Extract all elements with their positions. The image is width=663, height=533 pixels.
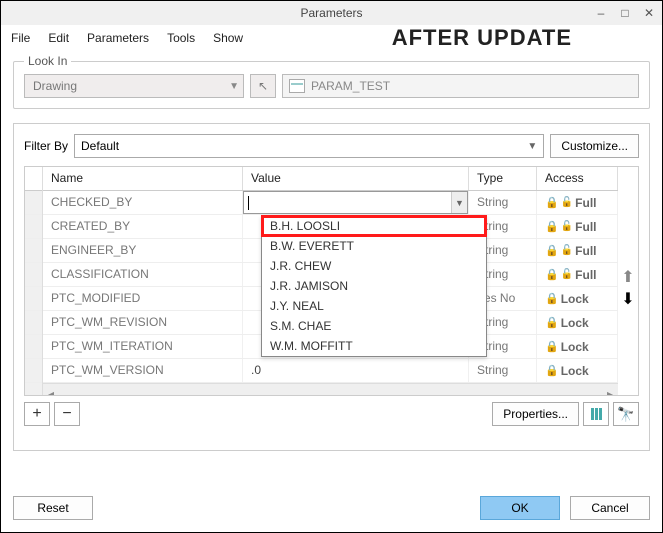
add-row-button[interactable]: + xyxy=(24,402,50,426)
remove-row-button[interactable]: − xyxy=(54,402,80,426)
chevron-down-icon: ▼ xyxy=(527,141,537,152)
filter-by-value: Default xyxy=(81,139,119,153)
access-open-icon: 🔓 xyxy=(561,197,573,208)
ok-button[interactable]: OK xyxy=(480,496,560,520)
move-up-button[interactable]: ⬆ xyxy=(621,267,634,287)
dropdown-option[interactable]: S.M. CHAE xyxy=(262,316,486,336)
col-access[interactable]: Access xyxy=(537,167,618,190)
reset-button[interactable]: Reset xyxy=(13,496,93,520)
scroll-left-icon[interactable]: ◂ xyxy=(43,386,59,395)
lock-icon: 🔒 xyxy=(545,196,559,209)
lock-icon: 🔒 xyxy=(545,220,559,233)
maximize-button[interactable]: □ xyxy=(618,6,632,20)
menu-parameters[interactable]: Parameters xyxy=(87,31,149,45)
row-selector-gutter xyxy=(25,167,43,395)
table-header: Name Value Type Access xyxy=(43,167,618,191)
menu-show[interactable]: Show xyxy=(213,31,243,45)
lock-icon: 🔒 xyxy=(545,268,559,281)
title-bar: Parameters – □ ✕ xyxy=(1,1,662,25)
minimize-button[interactable]: – xyxy=(594,6,608,20)
horizontal-scrollbar[interactable]: ◂ ▸ xyxy=(43,383,618,395)
table-row[interactable]: PTC_WM_VERSION .0 String 🔒Lock xyxy=(43,359,618,383)
table-columns-icon xyxy=(591,408,602,420)
col-type[interactable]: Type xyxy=(469,167,537,190)
col-name[interactable]: Name xyxy=(43,167,243,190)
dropdown-option[interactable]: J.Y. NEAL xyxy=(262,296,486,316)
model-icon xyxy=(289,79,305,93)
chevron-down-icon: ▼ xyxy=(229,81,239,92)
look-in-value: Drawing xyxy=(33,79,77,93)
after-update-banner: AFTER UPDATE xyxy=(392,25,572,51)
look-in-target-text: PARAM_TEST xyxy=(311,79,390,93)
reorder-buttons: ⬆ ⬇ xyxy=(618,167,638,395)
col-value[interactable]: Value xyxy=(243,167,469,190)
access-open-icon: 🔓 xyxy=(561,245,573,256)
value-dropdown-button[interactable]: ▼ xyxy=(451,192,467,213)
value-dropdown-list[interactable]: B.H. LOOSLI B.W. EVERETT J.R. CHEW J.R. … xyxy=(261,215,487,357)
look-in-group: Look In Drawing ▼ ↖ PARAM_TEST xyxy=(13,61,650,109)
dropdown-option[interactable]: B.H. LOOSLI xyxy=(262,216,486,236)
close-button[interactable]: ✕ xyxy=(642,6,656,20)
properties-button[interactable]: Properties... xyxy=(492,402,579,426)
pointer-icon: ↖ xyxy=(258,79,268,93)
lock-icon: 🔒 xyxy=(545,340,559,353)
menu-file[interactable]: File xyxy=(11,31,30,45)
menu-tools[interactable]: Tools xyxy=(167,31,195,45)
move-down-button[interactable]: ⬇ xyxy=(621,289,634,309)
dropdown-option[interactable]: B.W. EVERETT xyxy=(262,236,486,256)
filter-by-label: Filter By xyxy=(24,139,68,153)
scroll-right-icon[interactable]: ▸ xyxy=(602,386,618,395)
filter-by-dropdown[interactable]: Default ▼ xyxy=(74,134,544,158)
dropdown-option[interactable]: J.R. JAMISON xyxy=(262,276,486,296)
cancel-button[interactable]: Cancel xyxy=(570,496,650,520)
window-title: Parameters xyxy=(300,6,362,20)
access-open-icon: 🔓 xyxy=(561,269,573,280)
look-in-label: Look In xyxy=(24,54,71,68)
table-row[interactable]: CHECKED_BY ▼ String 🔒🔓Full xyxy=(43,191,618,215)
text-cursor xyxy=(248,196,249,210)
select-pointer-button[interactable]: ↖ xyxy=(250,74,276,98)
customize-button[interactable]: Customize... xyxy=(550,134,639,158)
binoculars-icon: 🔭 xyxy=(617,406,634,423)
dropdown-option[interactable]: J.R. CHEW xyxy=(262,256,486,276)
menu-edit[interactable]: Edit xyxy=(48,31,69,45)
table-view-button[interactable] xyxy=(583,402,609,426)
value-editor[interactable]: ▼ xyxy=(243,191,468,214)
lock-icon: 🔒 xyxy=(545,292,559,305)
lock-icon: 🔒 xyxy=(545,364,559,377)
dialog-footer: Reset OK Cancel xyxy=(13,496,650,520)
dropdown-option[interactable]: W.M. MOFFITT xyxy=(262,336,486,356)
parameters-panel: Filter By Default ▼ Customize... Name Va… xyxy=(13,123,650,451)
find-button[interactable]: 🔭 xyxy=(613,402,639,426)
menu-bar: File Edit Parameters Tools Show AFTER UP… xyxy=(1,25,662,51)
look-in-target[interactable]: PARAM_TEST xyxy=(282,74,639,98)
lock-icon: 🔒 xyxy=(545,244,559,257)
lock-icon: 🔒 xyxy=(545,316,559,329)
chevron-down-icon: ▼ xyxy=(455,198,464,208)
parameters-table: Name Value Type Access CHECKED_BY ▼ Stri… xyxy=(24,166,639,396)
look-in-dropdown[interactable]: Drawing ▼ xyxy=(24,74,244,98)
access-open-icon: 🔓 xyxy=(561,221,573,232)
